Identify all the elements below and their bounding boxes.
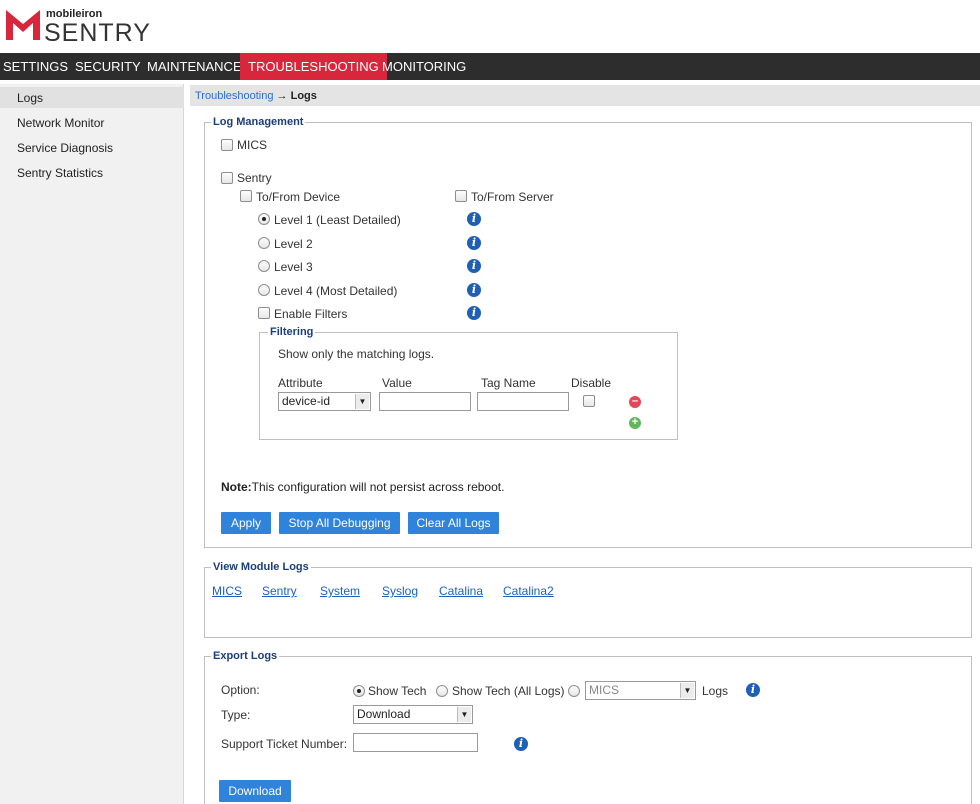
show-tech-radio[interactable] <box>353 685 365 697</box>
disable-checkbox[interactable] <box>583 395 595 407</box>
export-logs-fieldset <box>204 656 972 804</box>
to-from-server-label: To/From Server <box>471 190 554 204</box>
nav-monitoring[interactable]: MONITORING <box>382 53 466 80</box>
level-4-info-icon[interactable]: i <box>467 283 481 297</box>
nav-troubleshooting[interactable]: TROUBLESHOOTING <box>240 53 387 80</box>
type-label: Type: <box>221 708 251 722</box>
breadcrumb-separator: → <box>276 90 288 102</box>
show-tech-label: Show Tech <box>368 684 427 698</box>
export-logs-legend: Export Logs <box>211 650 280 662</box>
attribute-select-value: device-id <box>282 394 331 408</box>
filtering-description: Show only the matching logs. <box>278 347 435 361</box>
level-2-label: Level 2 <box>274 237 313 251</box>
view-module-logs-fieldset <box>204 567 972 638</box>
to-from-server-checkbox[interactable] <box>455 190 467 202</box>
sidebar-item-service-diagnosis[interactable]: Service Diagnosis <box>17 141 113 155</box>
breadcrumb: Troubleshooting → Logs <box>195 90 317 102</box>
brand-product: SENTRY <box>44 19 151 47</box>
attribute-header: Attribute <box>278 376 323 390</box>
remove-filter-icon[interactable]: – <box>629 396 641 408</box>
enable-filters-checkbox[interactable] <box>258 307 270 319</box>
sidebar-item-logs[interactable]: Logs <box>17 91 43 105</box>
breadcrumb-current: Logs <box>290 90 317 102</box>
nav-maintenance[interactable]: MAINTENANCE <box>147 53 242 80</box>
note-label: Note: <box>221 480 252 494</box>
support-ticket-info-icon[interactable]: i <box>514 737 528 751</box>
sidebar: Logs Network Monitor Service Diagnosis S… <box>0 84 184 804</box>
sentry-label: Sentry <box>237 171 272 185</box>
module-link-catalina2[interactable]: Catalina2 <box>503 584 554 598</box>
level-2-radio[interactable] <box>258 237 270 249</box>
disable-header: Disable <box>571 376 612 390</box>
level-3-radio[interactable] <box>258 260 270 272</box>
chevron-down-icon: ▼ <box>680 683 694 698</box>
value-header: Value <box>382 376 412 390</box>
show-tech-all-radio[interactable] <box>436 685 448 697</box>
level-3-info-icon[interactable]: i <box>467 259 481 273</box>
type-select-value: Download <box>357 707 411 721</box>
nav-security[interactable]: SECURITY <box>75 53 141 80</box>
support-ticket-input[interactable] <box>353 733 478 752</box>
enable-filters-info-icon[interactable]: i <box>467 306 481 320</box>
module-link-sentry[interactable]: Sentry <box>262 584 297 598</box>
chevron-down-icon: ▼ <box>457 707 471 722</box>
to-from-device-label: To/From Device <box>256 190 341 204</box>
mobileiron-logo-icon <box>6 10 40 43</box>
logs-suffix-label: Logs <box>702 684 729 698</box>
module-logs-radio[interactable] <box>568 685 580 697</box>
value-input[interactable] <box>379 392 471 411</box>
show-tech-all-label: Show Tech (All Logs) <box>452 684 565 698</box>
level-4-label: Level 4 (Most Detailed) <box>274 284 398 298</box>
module-link-mics[interactable]: MICS <box>212 584 242 598</box>
level-1-radio[interactable] <box>258 213 270 225</box>
level-1-label: Level 1 (Least Detailed) <box>274 213 401 227</box>
module-logs-select[interactable]: MICS ▼ <box>585 681 696 700</box>
export-option-info-icon[interactable]: i <box>746 683 760 697</box>
support-ticket-label: Support Ticket Number: <box>221 737 348 751</box>
sentry-checkbox[interactable] <box>221 172 233 184</box>
note-text: This configuration will not persist acro… <box>251 480 505 494</box>
tag-name-header: Tag Name <box>481 376 536 390</box>
mics-checkbox[interactable] <box>221 139 233 151</box>
attribute-select[interactable]: device-id ▼ <box>278 392 371 411</box>
stop-all-debugging-button[interactable]: Stop All Debugging <box>279 512 400 534</box>
tag-name-input[interactable] <box>477 392 569 411</box>
level-2-info-icon[interactable]: i <box>467 236 481 250</box>
view-module-logs-legend: View Module Logs <box>211 561 311 573</box>
to-from-device-checkbox[interactable] <box>240 190 252 202</box>
download-button[interactable]: Download <box>219 780 291 802</box>
option-label: Option: <box>221 683 260 697</box>
filtering-legend: Filtering <box>268 326 316 338</box>
clear-all-logs-button[interactable]: Clear All Logs <box>408 512 499 534</box>
module-link-system[interactable]: System <box>320 584 360 598</box>
module-link-syslog[interactable]: Syslog <box>382 584 418 598</box>
note: Note:This configuration will not persist… <box>221 480 504 494</box>
level-3-label: Level 3 <box>274 260 313 274</box>
type-select[interactable]: Download ▼ <box>353 705 473 724</box>
add-filter-icon[interactable]: + <box>629 417 641 429</box>
breadcrumb-troubleshooting[interactable]: Troubleshooting <box>195 90 273 102</box>
level-1-info-icon[interactable]: i <box>467 212 481 226</box>
sidebar-item-network-monitor[interactable]: Network Monitor <box>17 116 104 130</box>
level-4-radio[interactable] <box>258 284 270 296</box>
chevron-down-icon: ▼ <box>355 394 369 409</box>
module-link-catalina[interactable]: Catalina <box>439 584 483 598</box>
sidebar-item-sentry-statistics[interactable]: Sentry Statistics <box>17 166 103 180</box>
log-management-legend: Log Management <box>211 116 306 128</box>
enable-filters-label: Enable Filters <box>274 307 348 321</box>
nav-settings[interactable]: SETTINGS <box>3 53 68 80</box>
mics-label: MICS <box>237 138 267 152</box>
module-logs-select-value: MICS <box>589 683 619 697</box>
apply-button[interactable]: Apply <box>221 512 271 534</box>
top-nav: SETTINGS SECURITY MAINTENANCE TROUBLESHO… <box>0 53 980 80</box>
